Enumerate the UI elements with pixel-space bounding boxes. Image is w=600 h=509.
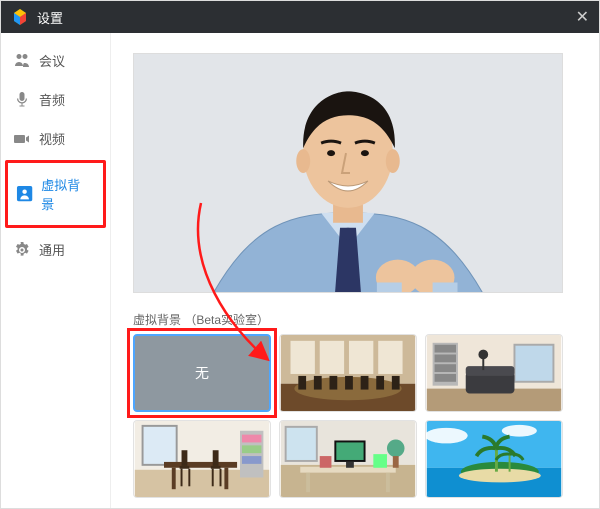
person-square-icon (16, 185, 33, 203)
sidebar: 会议 音频 视频 虚拟背景 (1, 33, 111, 508)
people-icon (13, 52, 31, 70)
sidebar-item-label: 会议 (39, 51, 65, 70)
section-label: 虚拟背景 （Beta实验室） (133, 311, 585, 328)
camera-icon (13, 130, 31, 148)
video-preview (133, 53, 563, 293)
microphone-icon (13, 91, 31, 109)
sidebar-item-label: 虚拟背景 (41, 175, 91, 213)
sidebar-item-label: 音频 (39, 90, 65, 109)
sidebar-item-video[interactable]: 视频 (1, 119, 110, 158)
bg-option-diningroom[interactable] (133, 420, 271, 498)
annotation-highlight-sidebar: 虚拟背景 (5, 160, 106, 228)
sidebar-item-audio[interactable]: 音频 (1, 80, 110, 119)
app-logo-icon (11, 8, 29, 26)
titlebar: 设置 ✕ (1, 1, 599, 33)
bg-option-none[interactable]: 无 (133, 334, 271, 412)
window-title: 设置 (37, 8, 576, 27)
bg-option-office-desk[interactable] (279, 420, 417, 498)
window-body: 会议 音频 视频 虚拟背景 (1, 33, 599, 508)
sidebar-item-meeting[interactable]: 会议 (1, 41, 110, 80)
sidebar-item-general[interactable]: 通用 (1, 230, 110, 269)
bg-none-label: 无 (195, 363, 209, 383)
main-panel: 虚拟背景 （Beta实验室） 无 (111, 33, 599, 508)
settings-window: 设置 ✕ 会议 音频 视频 (0, 0, 600, 509)
gear-icon (13, 241, 31, 259)
bg-option-tropical-island[interactable] (425, 420, 563, 498)
sidebar-item-virtual-background[interactable]: 虚拟背景 (8, 165, 103, 223)
sidebar-item-label: 视频 (39, 129, 65, 148)
bg-option-livingroom[interactable] (425, 334, 563, 412)
close-icon[interactable]: ✕ (576, 7, 589, 27)
bg-option-boardroom[interactable] (279, 334, 417, 412)
background-grid: 无 (133, 334, 585, 498)
sidebar-item-label: 通用 (39, 240, 65, 259)
